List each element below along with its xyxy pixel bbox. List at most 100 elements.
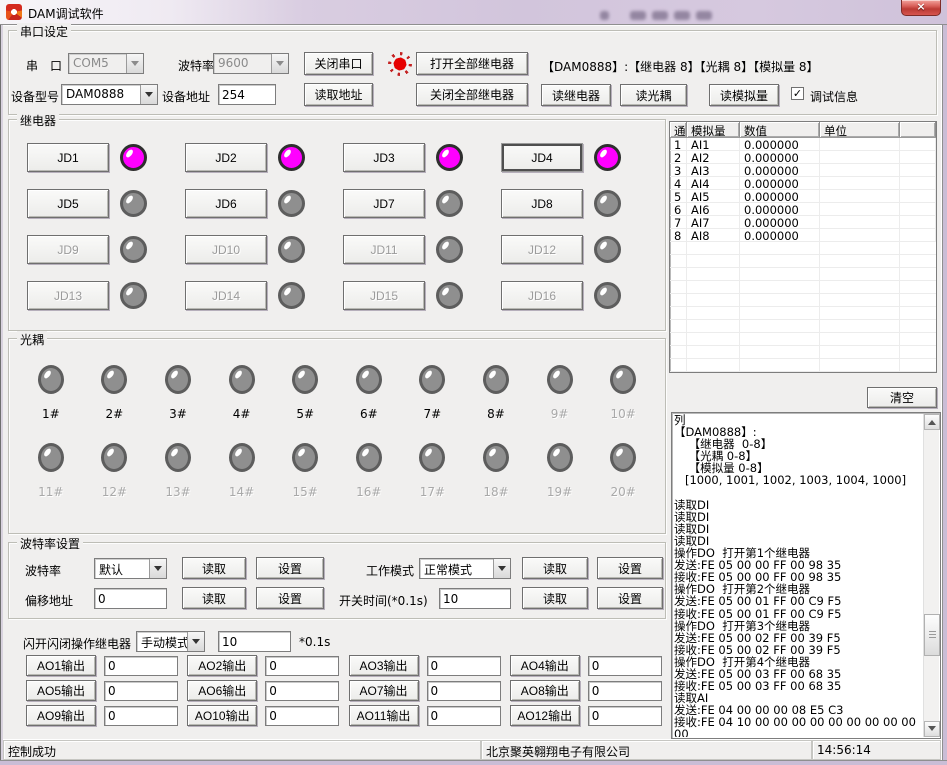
ao-output-button[interactable]: AO9输出	[26, 705, 96, 726]
table-row[interactable]: 1 AI1 0.000000	[670, 138, 936, 151]
debug-info-checkbox[interactable]: ✓	[791, 87, 804, 100]
ao-output-input[interactable]	[588, 706, 662, 726]
close-button[interactable]: ×	[901, 0, 941, 16]
ao-output-input[interactable]	[265, 656, 339, 676]
ao-output-input[interactable]	[265, 681, 339, 701]
ao-output-button[interactable]: AO7输出	[349, 680, 419, 701]
switch-time-label: 开关时间(*0.1s)	[339, 592, 428, 609]
ao-output-button[interactable]: AO5输出	[26, 680, 96, 701]
serial-port-select[interactable]: COM5	[68, 53, 144, 74]
ao-output-input[interactable]	[588, 681, 662, 701]
relay-button[interactable]: JD7	[343, 189, 425, 218]
scroll-up-button[interactable]	[924, 414, 940, 430]
switch-time-set-button[interactable]: 设置	[597, 587, 663, 609]
relay-button[interactable]: JD8	[501, 189, 583, 218]
device-model-select[interactable]: DAM0888	[61, 84, 158, 105]
ao-output-button[interactable]: AO8输出	[510, 680, 580, 701]
ao-output-button[interactable]: AO4输出	[510, 655, 580, 676]
ao-output-button[interactable]: AO11输出	[349, 705, 419, 726]
relay-button[interactable]: JD2	[185, 143, 267, 172]
ao-cell: AO4输出	[510, 655, 671, 676]
clear-log-button[interactable]: 清空	[867, 387, 937, 408]
relay-button[interactable]: JD15	[343, 281, 425, 310]
desktop-glass-blob	[630, 11, 646, 20]
ao-output-input[interactable]	[588, 656, 662, 676]
ao-output-input[interactable]	[427, 656, 501, 676]
switch-time-read-button[interactable]: 读取	[522, 587, 588, 609]
scrollbar-thumb[interactable]	[924, 614, 940, 656]
work-mode-read-button[interactable]: 读取	[522, 557, 588, 579]
close-all-relays-button[interactable]: 关闭全部继电器	[416, 83, 528, 106]
col-header-unit[interactable]: 单位	[820, 122, 900, 137]
baud-read-button[interactable]: 读取	[182, 557, 246, 579]
relay-button[interactable]: JD13	[27, 281, 109, 310]
flash-mode-select[interactable]: 手动模式	[136, 631, 205, 652]
work-mode-select[interactable]: 正常模式	[419, 558, 511, 579]
table-row[interactable]: 5 AI5 0.000000	[670, 190, 936, 203]
relay-button[interactable]: JD5	[27, 189, 109, 218]
ao-output-input[interactable]	[104, 656, 178, 676]
table-row[interactable]: 8 AI8 0.000000	[670, 229, 936, 242]
table-row[interactable]: 7 AI7 0.000000	[670, 216, 936, 229]
read-opto-button[interactable]: 读光耦	[620, 84, 687, 106]
relay-led	[278, 144, 305, 171]
ao-output-input[interactable]	[104, 681, 178, 701]
open-all-relays-button[interactable]: 打开全部继电器	[416, 52, 528, 75]
relay-button[interactable]: JD12	[501, 235, 583, 264]
col-header-value[interactable]: 数值	[740, 122, 820, 137]
opto-label: 17#	[420, 485, 445, 499]
ao-output-button[interactable]: AO6输出	[187, 680, 257, 701]
table-row[interactable]: 3 AI3 0.000000	[670, 164, 936, 177]
ao-output-button[interactable]: AO12输出	[510, 705, 580, 726]
close-serial-button[interactable]: 关闭串口	[304, 52, 373, 75]
analog-table: 通 模拟量 数值 单位 1 AI1 0.000000	[669, 121, 937, 373]
ao-output-input[interactable]	[265, 706, 339, 726]
opto-cell: 7#	[401, 365, 465, 421]
col-header-name[interactable]: 模拟量	[687, 122, 740, 137]
opto-label: 18#	[483, 485, 508, 499]
table-empty-rows	[670, 242, 936, 372]
window-border-right	[941, 25, 947, 765]
relay-button[interactable]: JD4	[501, 143, 583, 172]
offset-read-button[interactable]: 读取	[182, 587, 246, 609]
ao-output-input[interactable]	[427, 706, 501, 726]
relay-button[interactable]: JD3	[343, 143, 425, 172]
ao-output-button[interactable]: AO10输出	[187, 705, 257, 726]
col-header-channel[interactable]: 通	[670, 122, 687, 137]
relay-button[interactable]: JD10	[185, 235, 267, 264]
relay-button[interactable]: JD14	[185, 281, 267, 310]
ao-output-input[interactable]	[104, 706, 178, 726]
scroll-down-button[interactable]	[924, 721, 940, 737]
offset-addr-input[interactable]	[94, 588, 167, 609]
work-mode-set-button[interactable]: 设置	[597, 557, 663, 579]
opto-label: 2#	[106, 407, 124, 421]
debug-log-box[interactable]: 列 【DAM0888】: 【继电器 0-8】 【光耦 0-8】 【模拟量 0-8…	[671, 412, 941, 739]
switch-time-input[interactable]	[439, 588, 511, 609]
relay-cell: JD4	[501, 143, 659, 172]
table-row[interactable]: 2 AI2 0.000000	[670, 151, 936, 164]
flash-time-input[interactable]	[218, 631, 291, 652]
relay-button[interactable]: JD1	[27, 143, 109, 172]
table-row[interactable]: 4 AI4 0.000000	[670, 177, 936, 190]
device-addr-input[interactable]	[218, 84, 276, 105]
table-row[interactable]: 6 AI6 0.000000	[670, 203, 936, 216]
offset-set-button[interactable]: 设置	[256, 587, 324, 609]
ao-output-input[interactable]	[427, 681, 501, 701]
relay-button[interactable]: JD11	[343, 235, 425, 264]
ao-output-button[interactable]: AO3输出	[349, 655, 419, 676]
baud-set-button[interactable]: 设置	[256, 557, 324, 579]
relay-button[interactable]: JD16	[501, 281, 583, 310]
ao-output-button[interactable]: AO2输出	[187, 655, 257, 676]
read-relays-button[interactable]: 读继电器	[541, 84, 611, 106]
read-analog-button[interactable]: 读模拟量	[709, 84, 779, 106]
log-scrollbar[interactable]	[923, 414, 939, 737]
status-message: 控制成功	[3, 740, 481, 760]
baud-select[interactable]: 9600	[213, 53, 289, 74]
ao-output-button[interactable]: AO1输出	[26, 655, 96, 676]
relay-button[interactable]: JD6	[185, 189, 267, 218]
relay-button[interactable]: JD9	[27, 235, 109, 264]
opto-cell: 1#	[19, 365, 83, 421]
ao-cell: AO2输出	[187, 655, 348, 676]
read-addr-button[interactable]: 读取地址	[304, 83, 373, 106]
baud-value-select[interactable]: 默认	[94, 558, 167, 579]
